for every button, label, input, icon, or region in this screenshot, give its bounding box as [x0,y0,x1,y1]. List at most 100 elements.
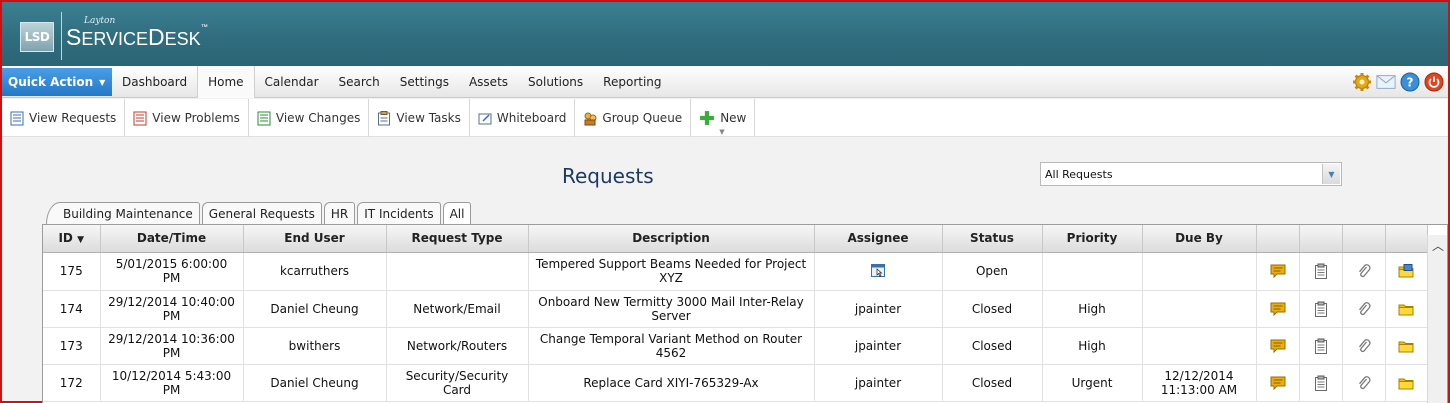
column-header-request-type[interactable]: Request Type [386,225,529,253]
clipboard-icon[interactable] [1313,375,1329,391]
note-icon[interactable] [1270,264,1286,279]
folder-icon[interactable] [1398,301,1414,315]
nav-calendar[interactable]: Calendar [255,66,329,98]
paperclip-icon[interactable] [1356,375,1372,389]
column-header-id[interactable]: ID ▼ [43,225,101,253]
tasks-icon [378,110,391,125]
logo-divider [61,12,62,60]
cell-note [1256,290,1300,328]
chevron-down-icon[interactable]: ▼ [1322,164,1340,184]
folder-icon[interactable] [1398,375,1414,389]
cell-request-type: Network/Email [386,290,529,328]
whiteboard-button[interactable]: Whiteboard [470,99,576,137]
table-row[interactable]: 173 29/12/2014 10:36:00 PM bwithers Network… [43,327,1428,365]
note-icon[interactable] [1270,338,1286,353]
cell-id: 175 [43,252,101,291]
cell-clipboard [1299,290,1343,328]
grid-scrollbar[interactable]: ︿ [1427,235,1447,403]
chevron-down-icon: ▼ [99,77,106,87]
view-changes-button[interactable]: View Changes [249,99,370,137]
cell-priority [1042,252,1143,291]
nav-home[interactable]: Home [197,66,255,98]
cell-request-type [386,252,529,291]
cell-due-by: 12/12/2014 11:13:00 AM [1142,364,1257,402]
cell-end-user: kcarruthers [243,252,387,291]
logo-name: SERVICEDESK™ [66,24,208,50]
table-row[interactable]: 175 5/01/2015 6:00:00 PM kcarruthers Temper… [43,252,1428,291]
toolbar: View Requests View Problems View Changes… [2,99,1448,137]
cell-description: Onboard New Termitty 3000 Mail Inter-Rel… [528,290,815,328]
view-requests-button[interactable]: View Requests [2,99,126,137]
column-header-datetime[interactable]: Date/Time [100,225,244,253]
power-icon[interactable] [1424,72,1444,92]
problems-icon [133,111,147,125]
column-header-priority[interactable]: Priority [1042,225,1143,253]
clipboard-icon[interactable] [1313,338,1329,354]
column-header-assignee[interactable]: Assignee [814,225,943,253]
cell-datetime: 29/12/2014 10:40:00 PM [100,290,244,328]
note-icon[interactable] [1270,301,1286,316]
paperclip-icon[interactable] [1356,301,1372,315]
column-header-description[interactable]: Description [528,225,815,253]
chevron-down-icon: ▼ [719,128,725,136]
page-title: Requests [562,164,654,188]
nav-solutions[interactable]: Solutions [518,66,593,98]
column-header-due-by[interactable]: Due By [1142,225,1257,253]
table-row[interactable]: 172 10/12/2014 5:43:00 PM Daniel Cheung Sec… [43,364,1428,402]
mail-icon[interactable] [1376,72,1396,92]
new-button[interactable]: New ▼ [691,99,756,137]
nav-icons: ? [1352,72,1444,92]
column-header-tasks [1299,225,1343,253]
cell-folder [1385,327,1428,365]
tab-all[interactable]: All [442,202,472,224]
help-icon[interactable]: ? [1400,72,1420,92]
cell-folder [1385,290,1428,328]
requests-grid: ID ▼ Date/Time End User Request Type Des… [42,224,1448,403]
nav-reporting[interactable]: Reporting [593,66,671,98]
gear-icon[interactable] [1352,72,1372,92]
cell-priority: Urgent [1042,364,1143,402]
nav-search[interactable]: Search [329,66,390,98]
cell-due-by [1142,327,1257,365]
nav-dashboard[interactable]: Dashboard [112,66,197,98]
tab-general-requests[interactable]: General Requests [201,202,322,224]
cell-description: Tempered Support Beams Needed for Projec… [528,252,815,291]
paperclip-icon[interactable] [1356,264,1372,278]
tab-hr[interactable]: HR [323,202,356,224]
table-header-row: ID ▼ Date/Time End User Request Type Des… [43,225,1428,253]
cell-due-by [1142,290,1257,328]
column-header-end-user[interactable]: End User [243,225,387,253]
scroll-up-icon[interactable]: ︿ [1428,235,1447,255]
group-queue-icon [584,112,597,125]
clipboard-icon[interactable] [1313,301,1329,317]
view-problems-button[interactable]: View Problems [125,99,249,137]
cell-request-type: Security/Security Card [386,364,529,402]
column-header-status[interactable]: Status [942,225,1043,253]
view-select[interactable]: All Requests ▼ [1040,162,1342,186]
view-tasks-button[interactable]: View Tasks [369,99,470,137]
assign-icon[interactable] [870,264,886,278]
category-tabs: Building Maintenance General Requests HR… [46,202,473,224]
cell-description: Change Temporal Variant Method on Router… [528,327,815,365]
plus-icon [700,111,715,125]
group-queue-button[interactable]: Group Queue [575,99,692,137]
folder-icon[interactable] [1398,264,1414,278]
note-icon[interactable] [1270,375,1286,390]
cell-clipboard [1299,364,1343,402]
tab-building-maintenance[interactable]: Building Maintenance [46,202,200,224]
cell-end-user: Daniel Cheung [243,290,387,328]
cell-priority: High [1042,327,1143,365]
cell-assignee [814,252,943,291]
table-row[interactable]: 174 29/12/2014 10:40:00 PM Daniel Cheung Ne… [43,290,1428,328]
folder-icon[interactable] [1398,338,1414,352]
tab-it-incidents[interactable]: IT Incidents [357,202,441,224]
requests-table: ID ▼ Date/Time End User Request Type Des… [43,225,1428,402]
clipboard-icon[interactable] [1313,263,1329,279]
paperclip-icon[interactable] [1356,338,1372,352]
main-nav: Quick Action ▼ Dashboard Home Calendar Se… [2,66,1448,98]
quick-action-button[interactable]: Quick Action ▼ [2,68,112,96]
cell-request-type: Network/Routers [386,327,529,365]
nav-settings[interactable]: Settings [390,66,459,98]
nav-assets[interactable]: Assets [459,66,518,98]
cell-end-user: bwithers [243,327,387,365]
